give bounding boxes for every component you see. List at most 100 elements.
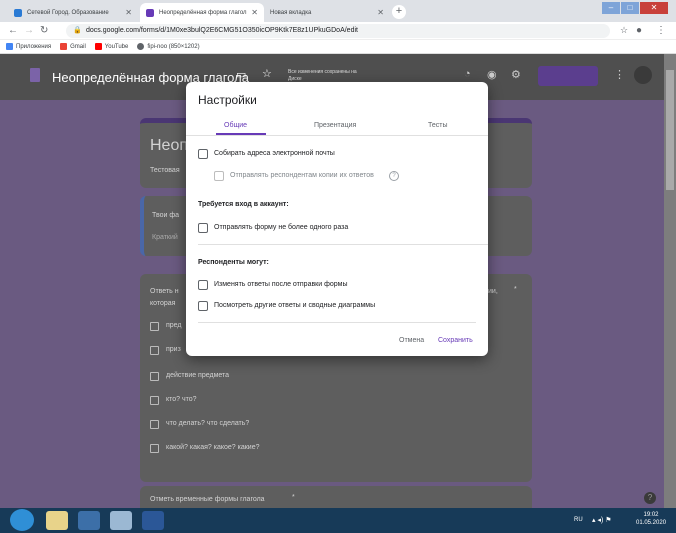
globe-icon xyxy=(137,43,145,50)
option-checkbox[interactable] xyxy=(150,346,159,355)
tray-icons[interactable]: ▴ ◂) ⚑ xyxy=(592,516,612,524)
chrome-icon[interactable] xyxy=(110,511,132,530)
tabs-divider xyxy=(186,135,488,136)
tab-quizzes[interactable]: Тесты xyxy=(428,122,448,129)
option-label: действие предмета xyxy=(166,372,230,379)
close-tab-icon[interactable]: ✕ xyxy=(125,8,132,17)
tab-presentation[interactable]: Презентация xyxy=(314,122,356,129)
one-response-label: Отправлять форму не более одного раза xyxy=(214,224,349,231)
question-card-2: Отметь временные формы глагола * xyxy=(140,486,532,508)
edit-after-label: Изменять ответы после отправки формы xyxy=(214,281,348,288)
settings-gear-icon[interactable]: ⚙ xyxy=(511,68,521,81)
see-summary-label: Посмотреть другие ответы и сводные диагр… xyxy=(214,302,376,309)
option-checkbox[interactable] xyxy=(150,444,159,453)
youtube-icon xyxy=(94,43,102,50)
dialog-title: Настройки xyxy=(198,93,257,107)
question-text-end: ии, xyxy=(488,288,498,295)
tab-general[interactable]: Общие xyxy=(224,122,247,129)
word-icon[interactable] xyxy=(142,511,164,530)
media-player-icon[interactable] xyxy=(78,511,100,530)
login-section-header: Требуется вход в аккаунт: xyxy=(198,201,289,208)
tab-new[interactable]: Новая вкладка ✕ xyxy=(264,3,390,22)
close-window-icon[interactable]: ✕ xyxy=(640,2,668,14)
save-status: Все изменения сохранены на Диске xyxy=(288,69,357,82)
required-marker: * xyxy=(292,494,295,501)
window-controls: – □ ✕ xyxy=(601,2,668,16)
minimize-icon[interactable]: – xyxy=(602,2,620,14)
star-icon[interactable]: ☆ xyxy=(262,67,272,80)
close-tab-icon[interactable]: ✕ xyxy=(251,8,258,17)
option-checkbox[interactable] xyxy=(150,420,159,429)
send-copies-checkbox[interactable] xyxy=(214,171,224,181)
bookmark-youtube[interactable]: YouTube xyxy=(94,43,128,50)
explorer-icon[interactable] xyxy=(46,511,68,530)
tab-title: Сетевой Город. Образование xyxy=(27,9,109,16)
menu-icon[interactable]: ⋮ xyxy=(656,25,666,36)
start-button[interactable] xyxy=(10,509,34,531)
save-button[interactable]: Сохранить xyxy=(438,337,473,344)
reload-icon[interactable]: ↻ xyxy=(40,25,48,36)
question-text[interactable]: Отметь временные формы глагола xyxy=(150,496,265,503)
section-divider xyxy=(198,244,488,245)
required-marker: * xyxy=(514,286,517,293)
card-title[interactable]: Неоп xyxy=(150,137,188,155)
user-avatar[interactable] xyxy=(634,66,652,84)
bookmarks-bar: Приложения Gmail YouTube fipi-noo (850×1… xyxy=(0,40,676,54)
browser-tab-bar: Сетевой Город. Образование ✕ Неопределён… xyxy=(0,0,676,22)
tab-school[interactable]: Сетевой Город. Образование ✕ xyxy=(8,3,138,22)
option-label: пред xyxy=(166,322,182,329)
settings-dialog: Настройки Общие Презентация Тесты Собира… xyxy=(186,82,488,356)
edit-after-checkbox[interactable] xyxy=(198,280,208,290)
language-indicator[interactable]: RU xyxy=(574,517,583,523)
option-checkbox[interactable] xyxy=(150,372,159,381)
tab-forms[interactable]: Неопределённая форма глагол ✕ xyxy=(140,3,264,22)
bookmark-apps[interactable]: Приложения xyxy=(6,43,51,50)
palette-icon[interactable]: ◔ xyxy=(464,68,471,80)
more-menu-icon[interactable]: ⋮ xyxy=(614,68,625,81)
bookmark-fipi[interactable]: fipi-noo (850×1202) xyxy=(137,43,200,50)
one-response-checkbox[interactable] xyxy=(198,223,208,233)
folder-icon[interactable]: ▭ xyxy=(236,68,246,81)
profile-avatar[interactable]: ● xyxy=(636,25,642,36)
collect-emails-label: Собирать адреса электронной почты xyxy=(214,150,335,157)
bookmark-star-icon[interactable]: ☆ xyxy=(620,25,628,36)
forward-icon[interactable]: → xyxy=(24,25,34,36)
new-tab-button[interactable]: + xyxy=(392,5,406,19)
cancel-button[interactable]: Отмена xyxy=(399,337,424,344)
lock-icon: 🔒 xyxy=(73,27,82,34)
option-checkbox[interactable] xyxy=(150,322,159,331)
help-circle-icon[interactable]: ? xyxy=(389,171,399,181)
forms-logo-icon xyxy=(30,68,40,82)
option-label: приз xyxy=(166,346,181,353)
site-favicon-icon xyxy=(14,8,22,17)
help-icon[interactable]: ? xyxy=(644,492,656,504)
send-button[interactable] xyxy=(538,66,598,86)
card-description[interactable]: Тестовая xyxy=(150,167,180,174)
tray-clock[interactable]: 19:02 01.05.2020 xyxy=(636,511,666,527)
preview-eye-icon[interactable]: ◉ xyxy=(487,68,497,81)
collect-emails-checkbox[interactable] xyxy=(198,149,208,159)
tab-title: Неопределённая форма глагол xyxy=(159,9,247,16)
question-text[interactable]: Твои фа xyxy=(152,212,179,219)
url-text: docs.google.com/forms/d/1M0xe3bulQ2E6CMG… xyxy=(86,27,358,34)
question-text[interactable]: Ответь н xyxy=(150,288,179,295)
maximize-icon[interactable]: □ xyxy=(621,2,639,14)
answer-hint: Краткий xyxy=(152,234,178,241)
option-label: кто? что? xyxy=(166,396,197,403)
gmail-icon xyxy=(60,43,68,50)
respondents-section-header: Респонденты могут: xyxy=(198,259,269,266)
forms-favicon-icon xyxy=(146,8,154,17)
option-checkbox[interactable] xyxy=(150,396,159,405)
tab-title: Новая вкладка xyxy=(270,9,312,16)
footer-divider xyxy=(198,322,476,323)
apps-icon xyxy=(6,43,13,50)
bookmark-gmail[interactable]: Gmail xyxy=(60,43,86,50)
option-label: что делать? что сделать? xyxy=(166,420,250,427)
scrollbar-thumb[interactable] xyxy=(666,70,674,190)
address-bar[interactable]: 🔒 docs.google.com/forms/d/1M0xe3bulQ2E6C… xyxy=(66,24,610,38)
send-copies-label: Отправлять респондентам копии их ответов xyxy=(230,172,374,179)
question-text-line2: которая xyxy=(150,300,176,307)
close-tab-icon[interactable]: ✕ xyxy=(377,8,384,17)
back-icon[interactable]: ← xyxy=(8,25,18,36)
see-summary-checkbox[interactable] xyxy=(198,301,208,311)
